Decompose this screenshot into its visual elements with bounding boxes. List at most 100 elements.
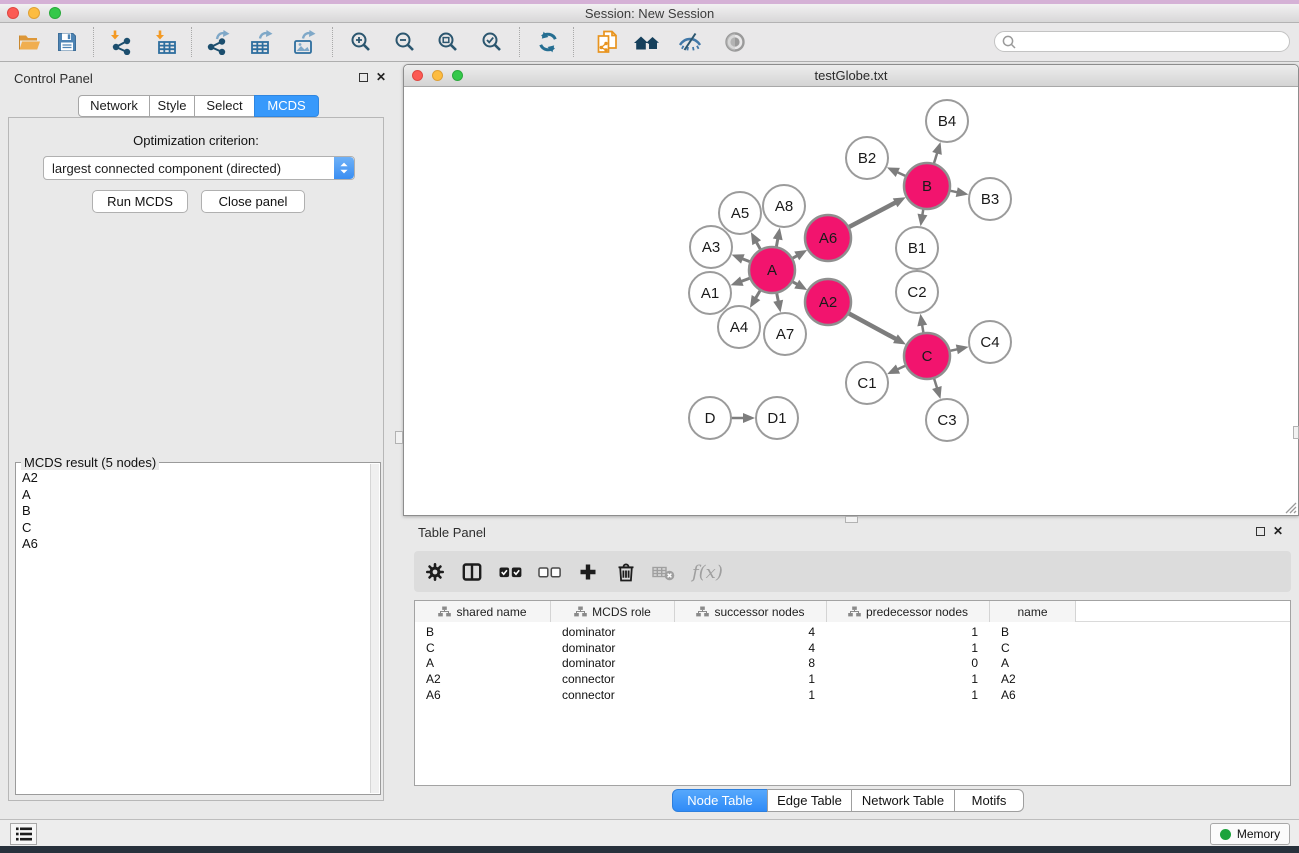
run-mcds-button[interactable]: Run MCDS bbox=[92, 190, 188, 213]
close-panel-icon[interactable]: ✕ bbox=[1273, 526, 1283, 536]
toolbar-separator bbox=[519, 27, 520, 57]
tab-network[interactable]: Network bbox=[78, 95, 150, 117]
result-item[interactable]: A bbox=[17, 487, 369, 504]
node-A3[interactable]: A3 bbox=[690, 226, 732, 268]
criterion-dropdown[interactable]: largest connected component (directed) bbox=[43, 156, 355, 180]
attribute-type-icon bbox=[438, 606, 451, 617]
import-network-button[interactable] bbox=[102, 25, 140, 59]
delete-row-button[interactable] bbox=[609, 555, 643, 589]
edge-A6-B[interactable] bbox=[847, 202, 896, 228]
close-window-button[interactable] bbox=[412, 70, 423, 81]
tab-node-table[interactable]: Node Table bbox=[672, 789, 768, 812]
resize-grip-icon[interactable] bbox=[1284, 501, 1297, 514]
network-canvas[interactable]: B4 B2 B B3 A5A8A6 A3 B1 A C2 A1 A2 A4A7 C4 C C1 C3 D D1 bbox=[404, 87, 1298, 515]
node-A2[interactable]: A2 bbox=[805, 279, 851, 325]
network-window-titlebar[interactable]: testGlobe.txt bbox=[404, 65, 1298, 87]
column-header-shared-name[interactable]: shared name bbox=[415, 601, 551, 622]
node-C[interactable]: C bbox=[904, 333, 950, 379]
table-row[interactable]: A2connector11A2 bbox=[415, 671, 1290, 687]
deselect-all-button[interactable] bbox=[533, 555, 567, 589]
table-row[interactable]: Cdominator41C bbox=[415, 640, 1290, 656]
select-all-button[interactable] bbox=[494, 555, 528, 589]
node-C2[interactable]: C2 bbox=[896, 271, 938, 313]
node-B4[interactable]: B4 bbox=[926, 100, 968, 142]
minimize-window-button[interactable] bbox=[28, 7, 40, 19]
column-header-predecessor-nodes[interactable]: predecessor nodes bbox=[827, 601, 990, 622]
close-window-button[interactable] bbox=[7, 7, 19, 19]
float-panel-icon[interactable] bbox=[1256, 527, 1265, 536]
splitter-handle[interactable] bbox=[845, 516, 858, 523]
network-graph[interactable]: B4 B2 B B3 A5A8A6 A3 B1 A C2 A1 A2 A4A7 C4 C C1 C3 D D1 bbox=[404, 87, 1298, 515]
show-graphics-details-button[interactable] bbox=[716, 25, 754, 59]
delete-table-button[interactable] bbox=[647, 555, 681, 589]
node-B1[interactable]: B1 bbox=[896, 227, 938, 269]
float-panel-icon[interactable] bbox=[359, 73, 368, 82]
refresh-view-button[interactable] bbox=[529, 25, 567, 59]
clone-network-button[interactable] bbox=[589, 25, 627, 59]
node-C1[interactable]: C1 bbox=[846, 362, 888, 404]
close-panel-button[interactable]: Close panel bbox=[201, 190, 305, 213]
table-settings-button[interactable] bbox=[418, 555, 452, 589]
node-A1[interactable]: A1 bbox=[689, 272, 731, 314]
tab-mcds[interactable]: MCDS bbox=[254, 95, 319, 117]
node-B2[interactable]: B2 bbox=[846, 137, 888, 179]
zoom-window-button[interactable] bbox=[49, 7, 61, 19]
column-header-name[interactable]: name bbox=[990, 601, 1076, 622]
tab-edge-table[interactable]: Edge Table bbox=[767, 789, 852, 812]
node-D[interactable]: D bbox=[689, 397, 731, 439]
zoom-out-button[interactable] bbox=[386, 25, 424, 59]
cell-name: A2 bbox=[990, 672, 1076, 686]
node-A6[interactable]: A6 bbox=[805, 215, 851, 261]
table-row[interactable]: Bdominator41B bbox=[415, 624, 1290, 640]
task-history-button[interactable] bbox=[10, 823, 37, 845]
apply-layout-button[interactable] bbox=[628, 25, 666, 59]
function-builder-button[interactable]: f(x) bbox=[686, 555, 730, 589]
tab-motifs[interactable]: Motifs bbox=[954, 789, 1024, 812]
open-file-button[interactable] bbox=[10, 25, 48, 59]
tab-network-table[interactable]: Network Table bbox=[851, 789, 955, 812]
result-item[interactable]: A2 bbox=[17, 470, 369, 487]
column-header-successor-nodes[interactable]: successor nodes bbox=[675, 601, 827, 622]
splitter-handle[interactable] bbox=[1293, 426, 1299, 439]
zoom-fit-button[interactable] bbox=[429, 25, 467, 59]
node-A5[interactable]: A5 bbox=[719, 192, 761, 234]
result-item[interactable]: B bbox=[17, 503, 369, 520]
node-B[interactable]: B bbox=[904, 163, 950, 209]
search-field[interactable] bbox=[994, 31, 1290, 52]
node-C3[interactable]: C3 bbox=[926, 399, 968, 441]
tab-select[interactable]: Select bbox=[194, 95, 255, 117]
column-header-mcds-role[interactable]: MCDS role bbox=[551, 601, 675, 622]
export-table-button[interactable] bbox=[242, 25, 280, 59]
node-A7[interactable]: A7 bbox=[764, 313, 806, 355]
memory-button[interactable]: Memory bbox=[1210, 823, 1290, 845]
node-C4[interactable]: C4 bbox=[969, 321, 1011, 363]
close-panel-icon[interactable]: ✕ bbox=[376, 72, 386, 82]
show-columns-button[interactable] bbox=[455, 555, 489, 589]
table-row[interactable]: Adominator80A bbox=[415, 656, 1290, 672]
node-A8[interactable]: A8 bbox=[763, 185, 805, 227]
node-B3[interactable]: B3 bbox=[969, 178, 1011, 220]
hide-graphics-details-button[interactable] bbox=[671, 25, 709, 59]
result-item[interactable]: A6 bbox=[17, 536, 369, 553]
save-session-button[interactable] bbox=[48, 25, 86, 59]
result-scrollbar[interactable] bbox=[370, 464, 379, 793]
export-image-button[interactable] bbox=[285, 25, 323, 59]
table-row[interactable]: A6connector11A6 bbox=[415, 687, 1290, 703]
result-item[interactable]: C bbox=[17, 520, 369, 537]
tab-style[interactable]: Style bbox=[149, 95, 195, 117]
svg-text:B2: B2 bbox=[858, 150, 876, 167]
node-A[interactable]: A bbox=[749, 247, 795, 293]
zoom-selected-button[interactable] bbox=[473, 25, 511, 59]
export-network-button[interactable] bbox=[199, 25, 237, 59]
app-titlebar[interactable]: Session: New Session bbox=[0, 4, 1299, 23]
zoom-in-button[interactable] bbox=[342, 25, 380, 59]
minimize-window-button[interactable] bbox=[432, 70, 443, 81]
splitter-handle[interactable] bbox=[395, 431, 403, 444]
import-table-button[interactable] bbox=[147, 25, 185, 59]
search-input[interactable] bbox=[1021, 34, 1289, 50]
add-row-button[interactable] bbox=[571, 555, 605, 589]
edge-A2-C[interactable] bbox=[846, 312, 896, 339]
node-D1[interactable]: D1 bbox=[756, 397, 798, 439]
node-A4[interactable]: A4 bbox=[718, 306, 760, 348]
zoom-window-button[interactable] bbox=[452, 70, 463, 81]
